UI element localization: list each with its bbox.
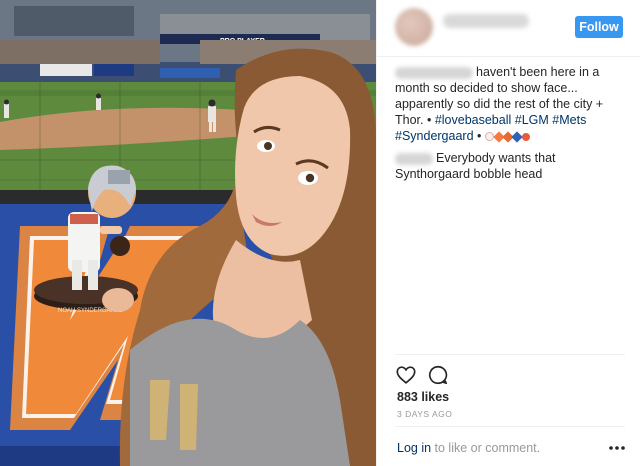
avatar[interactable]	[395, 8, 433, 46]
login-link[interactable]: Log in	[397, 441, 431, 455]
heart-icon[interactable]	[395, 364, 417, 386]
divider	[395, 426, 625, 427]
post-timestamp: 3 DAYS AGO	[397, 409, 453, 419]
likes-count[interactable]: 883 likes	[397, 390, 449, 404]
hashtag-link[interactable]: #lovebaseball	[435, 113, 511, 127]
instagram-post: PRO PLAYER	[0, 0, 640, 466]
follow-button[interactable]: Follow	[575, 16, 623, 38]
username-blurred[interactable]	[443, 14, 529, 28]
caption: haven't been here in a month so decided …	[395, 64, 627, 144]
login-prompt-text: to like or comment.	[431, 441, 541, 455]
blue-diamond-icon	[511, 131, 523, 143]
comment-icon[interactable]	[427, 364, 449, 386]
login-prompt: Log in to like or comment.	[397, 441, 540, 455]
hashtag-link[interactable]: #Mets	[552, 113, 586, 127]
post-photo: PRO PLAYER	[0, 0, 376, 466]
post-sidebar: Follow haven't been here in a month so d…	[376, 0, 640, 466]
comments-list: haven't been here in a month so decided …	[395, 64, 627, 188]
commenter-username-blurred[interactable]	[395, 152, 433, 165]
hashtag-link[interactable]: #Syndergaard	[395, 129, 474, 143]
hashtag-link[interactable]: #LGM	[515, 113, 549, 127]
divider	[395, 354, 625, 355]
caption-username-blurred[interactable]	[395, 66, 473, 79]
orange-circle-icon	[521, 132, 530, 141]
comment: Everybody wants that Synthorgaard bobble…	[395, 150, 627, 182]
post-header: Follow	[377, 0, 640, 57]
more-options-icon[interactable]	[607, 441, 627, 455]
caption-separator: •	[473, 129, 485, 143]
